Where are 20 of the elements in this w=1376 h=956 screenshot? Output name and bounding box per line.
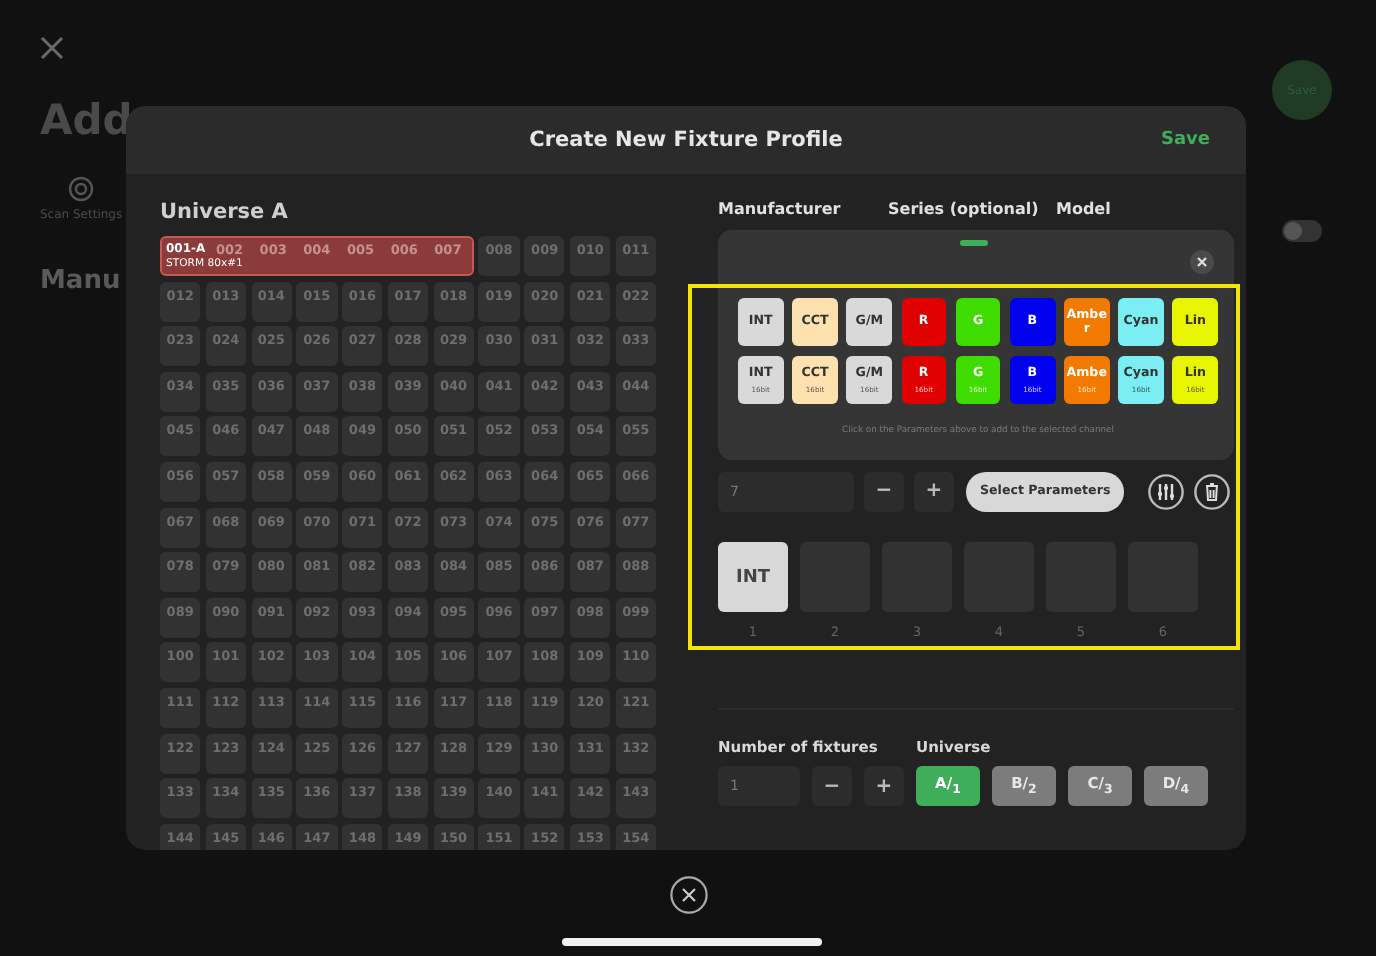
plus-button[interactable]: + [864, 766, 904, 806]
column-heading: Model [1056, 200, 1111, 218]
save-button[interactable]: Save [1156, 126, 1214, 154]
target-icon[interactable] [68, 176, 95, 202]
modal-title: Create New Fixture Profile [529, 128, 843, 152]
page-title: Add [40, 94, 133, 148]
sliders-icon[interactable] [1148, 473, 1185, 509]
column-heading: Manufacturer [718, 200, 843, 218]
close-icon[interactable] [670, 876, 708, 914]
minus-button[interactable]: − [812, 766, 852, 806]
section-title: Manu [40, 266, 121, 296]
close-icon[interactable] [1190, 250, 1214, 274]
toggle-switch[interactable] [1282, 220, 1322, 242]
column-heading: Series (optional) [888, 200, 1041, 218]
trash-icon[interactable] [1194, 473, 1231, 509]
channel-slot[interactable]: INT [718, 542, 788, 612]
universe-title: Universe A [160, 200, 290, 224]
drag-handle[interactable] [960, 240, 988, 245]
plus-button[interactable]: + [914, 471, 954, 511]
minus-button[interactable]: − [864, 471, 904, 511]
